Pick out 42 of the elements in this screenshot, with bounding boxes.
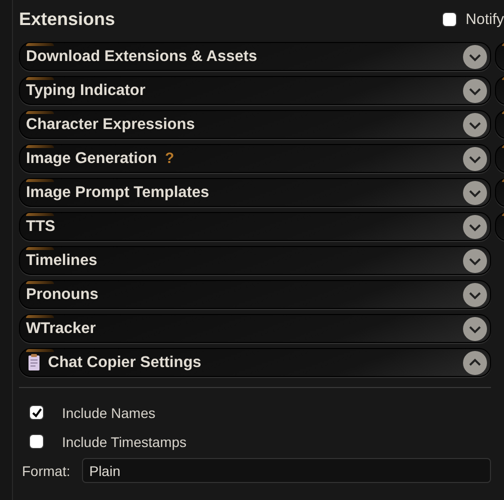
drawer-header[interactable]: Download Extensions & Assets [19,42,491,71]
checkbox[interactable] [442,12,456,26]
clipboard-icon [28,354,40,371]
drawer-header[interactable]: Image Prompt Templates [19,178,491,207]
drawer-header[interactable]: Image Generation ? [19,144,491,173]
drawer-header[interactable]: Typing Indicator [19,76,491,105]
expand-icon [463,180,487,204]
drawer-header[interactable]: Chat Copier Settings [19,348,491,377]
checkbox[interactable] [30,406,43,419]
option-label: Include Names [62,404,156,420]
expand-icon [463,78,487,102]
drawer-header[interactable]: WTracker [19,314,491,343]
drawer-title: TTS [26,218,56,236]
format-label: Format: [22,462,70,478]
drawer-title: WTracker [26,320,96,338]
format-field[interactable]: Plain [82,458,491,483]
drawer-header[interactable]: Character Expressions [19,110,491,139]
expand-icon [463,316,487,340]
expand-icon [463,214,487,238]
drawer-header[interactable]: TTS [19,212,491,241]
drawer-title: Typing Indicator [26,82,146,100]
check-icon [32,408,42,418]
panel-title: Extensions [19,8,116,30]
drawer-header[interactable]: Timelines [19,246,491,275]
expand-icon [463,146,487,170]
drawer-title: Download Extensions & Assets [26,48,258,66]
option-label: Include Timestamps [62,434,186,450]
drawer-title: Image Generation [26,150,157,168]
drawer-title: Pronouns [26,286,98,304]
notify-label: Notify [466,10,504,28]
help-mark[interactable]: ? [164,150,174,167]
expand-icon [463,112,487,136]
drawer-header[interactable]: Pronouns [19,280,491,309]
expand-icon [463,282,487,306]
expand-icon [463,44,487,68]
collapse-icon [463,350,487,374]
drawer-title: Character Expressions [26,116,195,134]
checkbox[interactable] [30,435,43,448]
drawer-title: Image Prompt Templates [26,184,210,202]
expand-icon [463,248,487,272]
drawer-title: Timelines [26,252,98,270]
drawer-title: Chat Copier Settings [48,354,202,372]
